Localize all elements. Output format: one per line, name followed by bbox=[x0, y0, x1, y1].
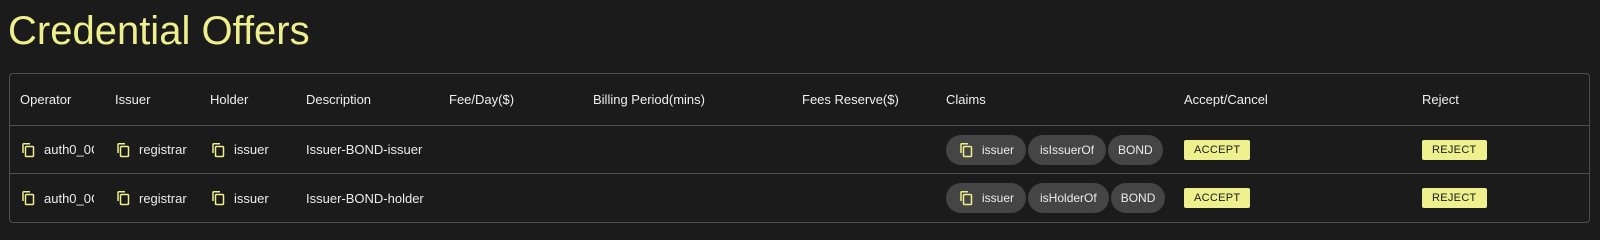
operator-value: auth0_0C bbox=[44, 190, 94, 206]
copy-icon[interactable] bbox=[115, 142, 131, 158]
billing-period-cell bbox=[593, 126, 793, 173]
reject-button[interactable]: REJECT bbox=[1422, 139, 1487, 160]
table-header-row: Operator Issuer Holder Description Fee/D… bbox=[10, 74, 1589, 126]
billing-period-cell bbox=[593, 174, 793, 222]
copy-icon[interactable] bbox=[958, 190, 974, 206]
page-title: Credential Offers bbox=[8, 9, 310, 53]
operator-value: auth0_0C bbox=[44, 142, 94, 157]
table-row: auth0_0C registrar issuer Issuer-BOND-ho… bbox=[10, 174, 1589, 222]
copy-icon[interactable] bbox=[115, 190, 131, 206]
holder-cell: issuer bbox=[210, 126, 300, 173]
claim-predicate-chip[interactable]: isHolderOf bbox=[1028, 183, 1109, 213]
fee-cell bbox=[449, 126, 589, 173]
reject-cell: REJECT bbox=[1422, 174, 1582, 222]
holder-cell: issuer bbox=[210, 174, 300, 222]
column-header-holder[interactable]: Holder bbox=[210, 74, 300, 125]
description-cell: Issuer-BOND-holder bbox=[306, 190, 424, 206]
reject-button[interactable]: REJECT bbox=[1422, 188, 1487, 208]
holder-value: issuer bbox=[234, 142, 269, 157]
copy-icon[interactable] bbox=[210, 190, 226, 206]
copy-icon[interactable] bbox=[210, 142, 226, 158]
column-header-accept-cancel[interactable]: Accept/Cancel bbox=[1184, 74, 1384, 125]
column-header-fee[interactable]: Fee/Day($) bbox=[449, 74, 589, 125]
issuer-cell: registrar bbox=[115, 126, 201, 173]
claim-subject-label: issuer bbox=[982, 142, 1015, 157]
issuer-value: registrar bbox=[139, 190, 187, 206]
issuer-value: registrar bbox=[139, 142, 187, 157]
claims-chips: issuer isIssuerOf BOND bbox=[946, 134, 1168, 165]
claim-predicate-chip[interactable]: isIssuerOf bbox=[1028, 134, 1107, 165]
operator-cell: auth0_0C bbox=[20, 126, 106, 173]
claim-object-chip[interactable]: BOND bbox=[1110, 183, 1166, 213]
claims-chips: issuer isHolderOf BOND bbox=[946, 183, 1168, 213]
claim-subject-label: issuer bbox=[982, 191, 1015, 205]
copy-icon[interactable] bbox=[20, 190, 36, 206]
accept-cell: ACCEPT bbox=[1184, 174, 1384, 222]
claims-cell: issuer isIssuerOf BOND bbox=[946, 126, 1176, 173]
table-row: auth0_0C registrar issuer Issuer-BOND-is… bbox=[10, 126, 1589, 174]
accept-button[interactable]: ACCEPT bbox=[1184, 139, 1251, 160]
claims-cell: issuer isHolderOf BOND bbox=[946, 174, 1176, 222]
column-header-fees-reserve[interactable]: Fees Reserve($) bbox=[802, 74, 942, 125]
column-header-billing-period[interactable]: Billing Period(mins) bbox=[593, 74, 793, 125]
credential-offers-table: Operator Issuer Holder Description Fee/D… bbox=[9, 73, 1590, 223]
copy-icon[interactable] bbox=[20, 142, 36, 158]
description-cell: Issuer-BOND-issuer bbox=[306, 142, 423, 157]
fees-reserve-cell bbox=[802, 174, 942, 222]
column-header-description[interactable]: Description bbox=[306, 74, 446, 125]
reject-cell: REJECT bbox=[1422, 126, 1582, 173]
column-header-claims[interactable]: Claims bbox=[946, 74, 1176, 125]
holder-value: issuer bbox=[234, 190, 269, 206]
issuer-cell: registrar bbox=[115, 174, 201, 222]
accept-cell: ACCEPT bbox=[1184, 126, 1384, 173]
column-header-operator[interactable]: Operator bbox=[20, 74, 106, 125]
claim-subject-chip[interactable]: issuer bbox=[946, 183, 1027, 213]
column-header-issuer[interactable]: Issuer bbox=[115, 74, 201, 125]
operator-cell: auth0_0C bbox=[20, 174, 106, 222]
accept-button[interactable]: ACCEPT bbox=[1184, 188, 1251, 208]
copy-icon[interactable] bbox=[958, 142, 974, 158]
column-header-reject[interactable]: Reject bbox=[1422, 74, 1582, 125]
fees-reserve-cell bbox=[802, 126, 942, 173]
claim-subject-chip[interactable]: issuer bbox=[946, 134, 1027, 165]
claim-object-chip[interactable]: BOND bbox=[1108, 134, 1163, 165]
fee-cell bbox=[449, 174, 589, 222]
